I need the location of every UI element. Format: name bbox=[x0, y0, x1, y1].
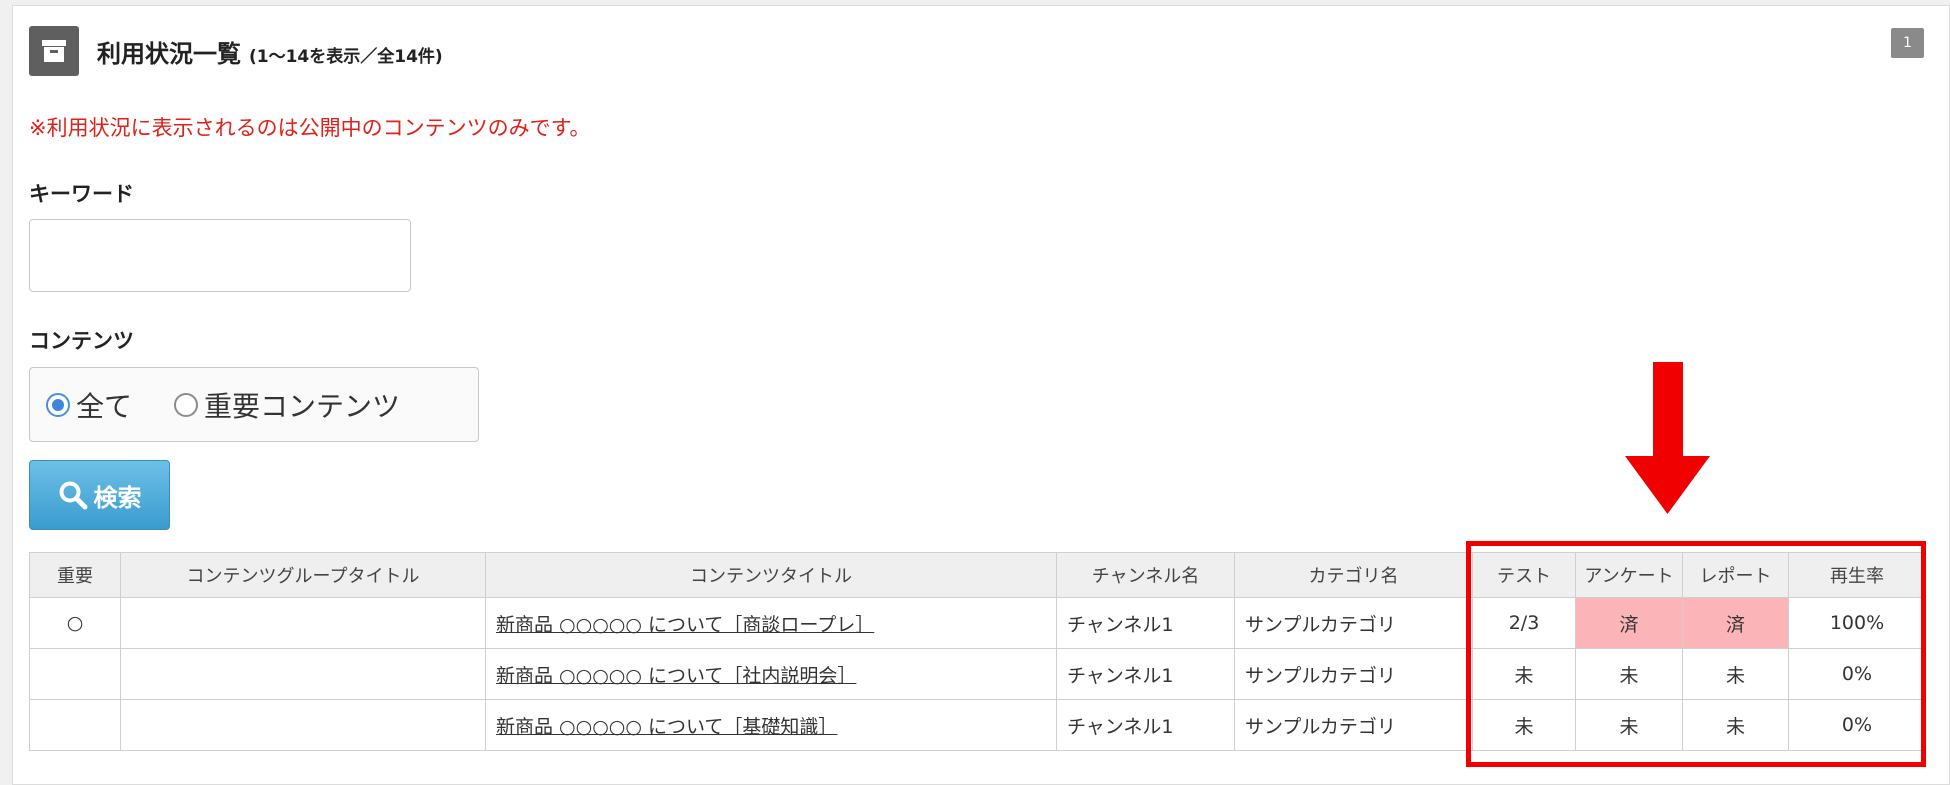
cell-report: 未 bbox=[1682, 648, 1789, 700]
col-category: カテゴリ名 bbox=[1234, 552, 1473, 598]
radio-all-label: 全て bbox=[76, 389, 133, 423]
cell-test: 2/3 bbox=[1472, 597, 1576, 649]
search-button-label: 検索 bbox=[93, 483, 142, 512]
col-survey: アンケート bbox=[1575, 552, 1683, 598]
col-channel: チャンネル名 bbox=[1056, 552, 1235, 598]
page-header: 利用状況一覧 (1～14を表示／全14件) bbox=[29, 26, 443, 76]
magnifier-icon bbox=[59, 481, 87, 510]
content-title-link[interactable]: 新商品 ○○○○○ について［社内説明会］ bbox=[496, 665, 856, 687]
table-row: 新商品 ○○○○○ について［基礎知識］ チャンネル1 サンプルカテゴリ 未 未… bbox=[29, 699, 1926, 751]
radio-all[interactable]: 全て bbox=[46, 385, 132, 425]
col-play-rate: 再生率 bbox=[1788, 552, 1926, 598]
notice-text: ※利用状況に表示されるのは公開中のコンテンツのみです。 bbox=[29, 116, 591, 140]
cell-test: 未 bbox=[1472, 648, 1576, 700]
cell-group bbox=[120, 597, 486, 649]
col-content-title: コンテンツタイトル bbox=[485, 552, 1057, 598]
radio-all-indicator[interactable] bbox=[46, 392, 70, 417]
content-title-link[interactable]: 新商品 ○○○○○ について［商談ロープレ］ bbox=[496, 614, 874, 636]
table-row: ○ 新商品 ○○○○○ について［商談ロープレ］ チャンネル1 サンプルカテゴリ… bbox=[29, 597, 1926, 649]
cell-category: サンプルカテゴリ bbox=[1234, 648, 1473, 700]
table-row: 新商品 ○○○○○ について［社内説明会］ チャンネル1 サンプルカテゴリ 未 … bbox=[29, 648, 1926, 700]
cell-category: サンプルカテゴリ bbox=[1234, 597, 1473, 649]
usage-table: 重要 コンテンツグループタイトル コンテンツタイトル チャンネル名 カテゴリ名 … bbox=[29, 552, 1926, 751]
search-button[interactable]: 検索 bbox=[29, 460, 170, 530]
cell-report: 済 bbox=[1682, 597, 1789, 649]
col-important: 重要 bbox=[29, 552, 121, 598]
cell-important bbox=[29, 648, 121, 700]
page-title: 利用状況一覧 (1～14を表示／全14件) bbox=[97, 34, 443, 69]
col-group-title: コンテンツグループタイトル bbox=[120, 552, 486, 598]
cell-category: サンプルカテゴリ bbox=[1234, 699, 1473, 751]
cell-play-rate: 0% bbox=[1788, 699, 1926, 751]
cell-important bbox=[29, 699, 121, 751]
cell-channel: チャンネル1 bbox=[1056, 648, 1235, 700]
content-title-link[interactable]: 新商品 ○○○○○ について［基礎知識］ bbox=[496, 716, 837, 738]
cell-important: ○ bbox=[29, 597, 121, 649]
keyword-label: キーワード bbox=[29, 182, 134, 206]
page-title-text: 利用状況一覧 bbox=[97, 39, 241, 68]
radio-important-label: 重要コンテンツ bbox=[204, 389, 401, 423]
archive-box-icon bbox=[29, 26, 79, 76]
cell-survey: 未 bbox=[1575, 648, 1683, 700]
cell-play-rate: 0% bbox=[1788, 648, 1926, 700]
page-number-button[interactable]: 1 bbox=[1891, 28, 1924, 58]
radio-important-indicator[interactable] bbox=[174, 392, 199, 417]
table-header-row: 重要 コンテンツグループタイトル コンテンツタイトル チャンネル名 カテゴリ名 … bbox=[29, 552, 1926, 598]
cell-group bbox=[120, 648, 486, 700]
cell-group bbox=[120, 699, 486, 751]
cell-channel: チャンネル1 bbox=[1056, 597, 1235, 649]
keyword-input[interactable] bbox=[29, 219, 411, 292]
cell-survey: 済 bbox=[1575, 597, 1683, 649]
cell-test: 未 bbox=[1472, 699, 1576, 751]
cell-title: 新商品 ○○○○○ について［社内説明会］ bbox=[485, 648, 1057, 700]
cell-play-rate: 100% bbox=[1788, 597, 1926, 649]
result-count: (1～14を表示／全14件) bbox=[249, 46, 443, 67]
content-filter-radio-group: 全て 重要コンテンツ bbox=[29, 367, 479, 442]
cell-survey: 未 bbox=[1575, 699, 1683, 751]
cell-title: 新商品 ○○○○○ について［商談ロープレ］ bbox=[485, 597, 1057, 649]
col-report: レポート bbox=[1682, 552, 1789, 598]
cell-report: 未 bbox=[1682, 699, 1789, 751]
annotation-arrow-down-icon bbox=[1625, 362, 1710, 514]
cell-channel: チャンネル1 bbox=[1056, 699, 1235, 751]
content-label: コンテンツ bbox=[29, 329, 134, 353]
radio-important[interactable]: 重要コンテンツ bbox=[174, 385, 400, 425]
cell-title: 新商品 ○○○○○ について［基礎知識］ bbox=[485, 699, 1057, 751]
col-test: テスト bbox=[1472, 552, 1576, 598]
